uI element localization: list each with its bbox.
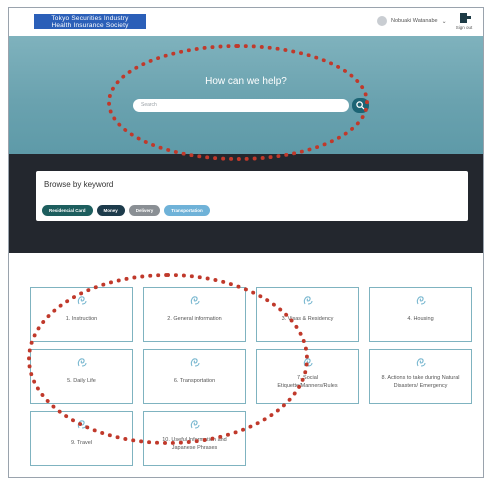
swirl-logo-icon [77,358,87,367]
swirl-logo-icon [190,420,200,429]
header: Tokyo Securities Industry Health Insuran… [9,8,483,36]
category-tile-social-etiquette[interactable]: 7. Social Etiquette/Manners/Rules [256,349,359,404]
category-label: 3. Visas & Residency [281,316,334,322]
chip-residencial-card[interactable]: Residencial Card [42,205,93,216]
category-tile-instruction[interactable]: 1. Instruction [30,287,133,342]
page-frame: Tokyo Securities Industry Health Insuran… [8,7,484,478]
category-tile-useful-information[interactable]: 10. Useful Information and Japanese Phra… [143,411,246,466]
swirl-logo-icon [303,358,313,367]
category-label: 10. Useful Information and Japanese Phra… [162,437,227,451]
category-label: 2. General information [167,316,222,322]
swirl-logo-icon [77,420,87,429]
category-label: 7. Social Etiquette/Manners/Rules [277,375,338,389]
search-icon [356,101,365,110]
category-tile-visas-residency[interactable]: 3. Visas & Residency [256,287,359,342]
chip-delivery[interactable]: Delivery [128,205,161,216]
site-logo[interactable]: Tokyo Securities Industry Health Insuran… [34,14,146,29]
keyword-chips: Residencial Card Money Delivery Transpor… [42,205,210,216]
category-tile-natural-disasters[interactable]: 8. Actions to take during Natural Disast… [369,349,472,404]
category-tile-housing[interactable]: 4. Housing [369,287,472,342]
user-name: Nobuaki Watanabe [391,18,438,24]
logo-line-1: Tokyo Securities Industry [51,14,129,22]
swirl-logo-icon [416,296,426,305]
hero-title: How can we help? [205,76,287,87]
signout-button[interactable]: Sign out [453,12,475,30]
category-label: 9. Travel [70,440,93,446]
chevron-down-icon: ⌄ [441,18,447,25]
category-label: 4. Housing [407,316,434,322]
swirl-logo-icon [77,296,87,305]
category-tile-travel[interactable]: 9. Travel [30,411,133,466]
avatar [377,16,387,26]
search-placeholder: Search [141,102,157,108]
browse-card: Browse by keyword Residencial Card Money… [36,171,468,221]
swirl-logo-icon [303,296,313,305]
user-menu[interactable]: Nobuaki Watanabe ⌄ [377,16,447,26]
swirl-logo-icon [416,358,426,367]
chip-money[interactable]: Money [96,205,125,216]
category-label: 6. Transportation [173,378,216,384]
search-input[interactable]: Search [133,99,349,112]
category-tile-transportation[interactable]: 6. Transportation [143,349,246,404]
category-tile-daily-life[interactable]: 5. Daily Life [30,349,133,404]
hero-banner: How can we help? Search [9,36,483,154]
category-label: 8. Actions to take during Natural Disast… [381,375,460,389]
signout-label: Sign out [455,25,473,30]
browse-title: Browse by keyword [44,180,114,189]
swirl-logo-icon [190,358,200,367]
search-button[interactable] [352,98,369,113]
category-grid: 1. Instruction 2. General information 3.… [9,253,483,477]
chip-transportation[interactable]: Transportation [164,205,210,216]
swirl-logo-icon [190,296,200,305]
signout-icon [459,12,471,24]
category-tile-general-information[interactable]: 2. General information [143,287,246,342]
browse-section: Browse by keyword Residencial Card Money… [9,154,483,253]
category-label: 5. Daily Life [67,378,96,384]
logo-line-2: Health Insurance Society [51,21,129,29]
category-label: 1. Instruction [65,316,98,322]
